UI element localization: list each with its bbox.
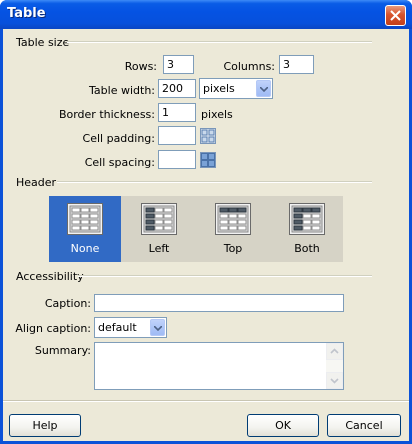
cell-spacing-input[interactable] [158, 150, 196, 169]
table-width-label: Table width: [89, 84, 155, 97]
columns-label: Columns: [223, 60, 275, 73]
dialog-title: Table [7, 6, 46, 21]
caption-label: Caption: [44, 297, 91, 310]
divider [67, 41, 372, 43]
rows-label: Rows: [124, 60, 157, 73]
cell-spacing-icon [200, 152, 216, 168]
chevron-down-icon [260, 87, 268, 92]
rows-input[interactable]: 3 [163, 55, 194, 74]
summary-textarea[interactable] [94, 342, 344, 390]
caption-input[interactable] [94, 294, 344, 312]
table-top-header-icon [215, 203, 251, 235]
ok-button[interactable]: OK [247, 414, 319, 437]
table-width-unit-select[interactable]: pixels [199, 78, 273, 99]
header-option-label: Left [148, 242, 170, 255]
close-icon [390, 10, 401, 21]
align-caption-select[interactable]: default [94, 317, 167, 338]
title-bar[interactable]: Table [0, 0, 412, 29]
table-left-header-icon [141, 203, 177, 235]
align-caption-value: default [98, 321, 137, 334]
cell-padding-label: Cell padding: [82, 132, 155, 145]
header-options: None Left Top Both [49, 196, 343, 262]
header-group-label: Header [16, 176, 57, 189]
dialog-body: Table size Rows: 3 Columns: 3 Table widt… [3, 29, 409, 441]
cancel-button[interactable]: Cancel [327, 414, 401, 437]
chevron-up-icon [330, 348, 339, 354]
table-width-input[interactable]: 200 [158, 79, 196, 98]
scroll-up-button[interactable] [326, 343, 343, 360]
summary-scrollbar[interactable] [326, 343, 343, 389]
header-option-none[interactable]: None [49, 196, 121, 262]
dropdown-arrow[interactable] [150, 319, 165, 336]
accessibility-group-label: Accessibility [16, 270, 84, 283]
header-option-label: Both [294, 242, 320, 255]
border-thickness-input[interactable]: 1 [158, 103, 196, 122]
border-unit-label: pixels [201, 108, 233, 121]
summary-label: Summary: [34, 344, 91, 357]
cell-padding-input[interactable] [158, 126, 196, 145]
table-none-icon [67, 203, 103, 235]
cell-spacing-label: Cell spacing: [84, 156, 155, 169]
chevron-down-icon [330, 378, 339, 384]
divider [57, 181, 372, 183]
help-button[interactable]: Help [9, 414, 81, 437]
header-option-both[interactable]: Both [271, 196, 343, 262]
header-option-label: None [70, 242, 100, 255]
divider [3, 400, 409, 402]
table-size-group-label: Table size [16, 36, 70, 49]
divider [78, 275, 372, 277]
border-thickness-label: Border thickness: [58, 108, 155, 121]
close-button[interactable] [385, 5, 406, 26]
table-width-unit-value: pixels [203, 82, 235, 95]
scroll-down-button[interactable] [326, 372, 343, 389]
chevron-down-icon [154, 326, 162, 331]
header-option-left[interactable]: Left [123, 196, 195, 262]
table-dialog: Table Table size Rows: 3 Columns: 3 Tabl… [0, 0, 412, 444]
cell-padding-icon [200, 128, 216, 144]
table-both-headers-icon [289, 203, 325, 235]
header-option-label: Top [223, 242, 243, 255]
dropdown-arrow[interactable] [256, 80, 271, 97]
align-caption-label: Align caption: [15, 322, 91, 335]
header-option-top[interactable]: Top [197, 196, 269, 262]
columns-input[interactable]: 3 [279, 55, 314, 74]
